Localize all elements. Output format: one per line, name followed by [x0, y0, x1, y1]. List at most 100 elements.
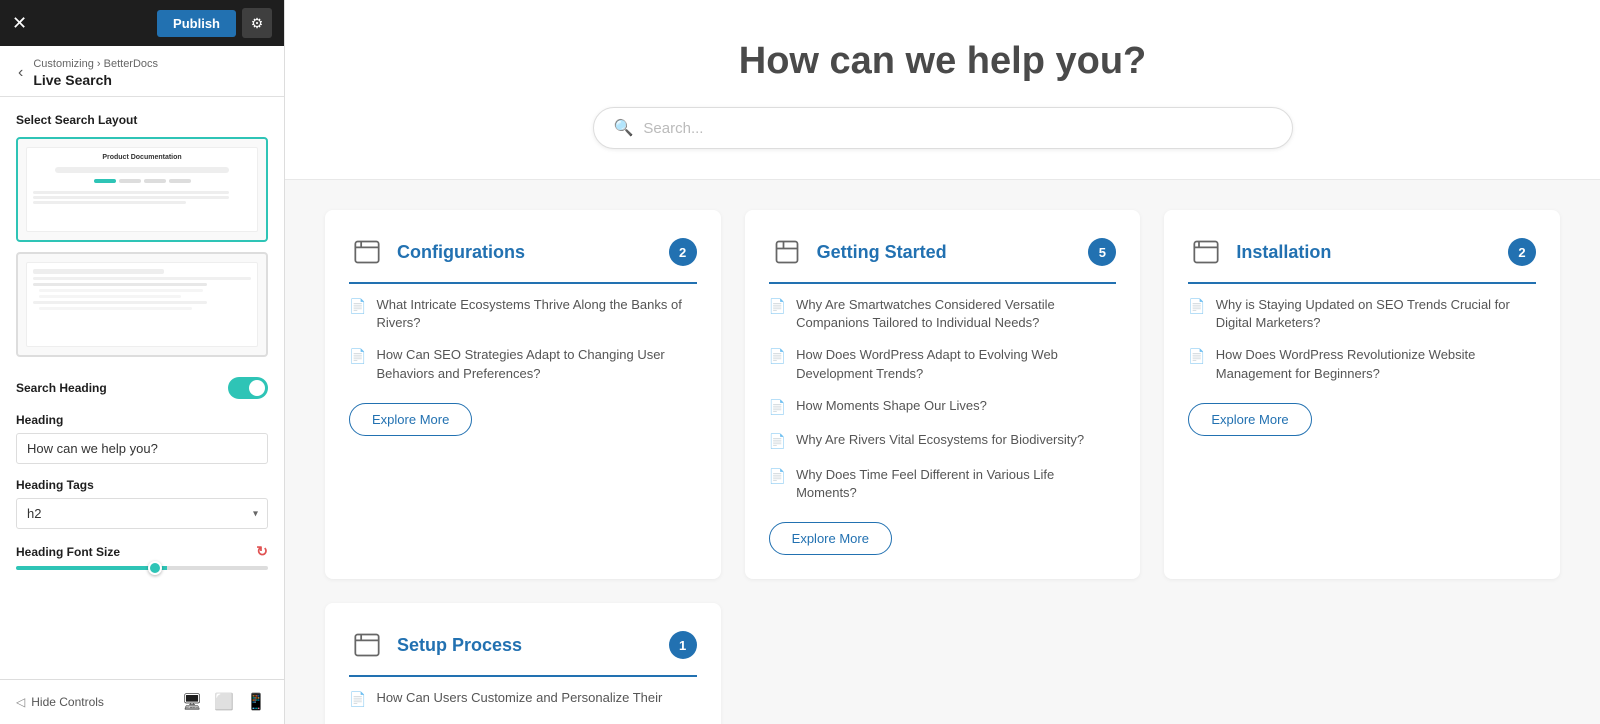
category-icon-configurations [349, 234, 385, 270]
tablet-view-icon[interactable]: ⬜ [212, 690, 236, 714]
heading-font-size-field: Heading Font Size ↻ [16, 543, 268, 570]
category-count-installation: 2 [1508, 238, 1536, 266]
main-content: How can we help you? 🔍 Search... Conf [285, 0, 1600, 724]
article-item: 📄 Why Are Smartwatches Considered Versat… [769, 296, 1117, 332]
font-size-slider[interactable] [16, 566, 268, 570]
document-icon: 📄 [769, 432, 786, 452]
layout-options: Product Documentation [16, 137, 268, 357]
document-icon: 📄 [349, 297, 366, 317]
category-articles-configurations: 📄 What Intricate Ecosystems Thrive Along… [349, 296, 697, 383]
search-heading-label: Search Heading [16, 377, 268, 399]
desktop-view-icon[interactable]: 🖥 [180, 690, 204, 714]
article-item: 📄 Why is Staying Updated on SEO Trends C… [1188, 296, 1536, 332]
category-header-setup-process: Setup Process 1 [349, 627, 697, 677]
lp2-subrow-3 [39, 307, 192, 310]
category-articles-setup-process: 📄 How Can Users Customize and Personaliz… [349, 689, 697, 710]
heading-tags-field: Heading Tags h2 h1 h3 h4 h5 h6 ▾ [16, 478, 268, 529]
document-icon: 📄 [769, 297, 786, 317]
category-title-area-configurations: Configurations [349, 234, 525, 270]
heading-field: Heading [16, 413, 268, 464]
categories-section: Configurations 2 📄 What Intricate Ecosys… [285, 180, 1600, 724]
category-icon-setup-process [349, 627, 385, 663]
hide-controls-label: Hide Controls [31, 695, 104, 709]
layout-option-1[interactable]: Product Documentation [16, 137, 268, 242]
search-icon: 🔍 [614, 118, 634, 138]
explore-more-button-getting-started[interactable]: Explore More [769, 522, 892, 555]
heading-font-size-label: Heading Font Size ↻ [16, 543, 268, 560]
category-count-configurations: 2 [669, 238, 697, 266]
category-articles-installation: 📄 Why is Staying Updated on SEO Trends C… [1188, 296, 1536, 383]
breadcrumb: Customizing › BetterDocs [33, 58, 158, 70]
article-item: 📄 What Intricate Ecosystems Thrive Along… [349, 296, 697, 332]
document-icon: 📄 [1188, 347, 1205, 367]
lp2-subrow-2 [39, 295, 181, 298]
heading-field-label: Heading [16, 413, 268, 427]
article-item: 📄 How Can SEO Strategies Adapt to Changi… [349, 346, 697, 382]
category-title-area-installation: Installation [1188, 234, 1331, 270]
search-heading-toggle[interactable] [228, 377, 268, 399]
category-count-setup-process: 1 [669, 631, 697, 659]
publish-button[interactable]: Publish [157, 10, 236, 37]
hero-title: How can we help you? [305, 40, 1580, 83]
lp-tab-1 [94, 179, 116, 183]
document-icon: 📄 [769, 398, 786, 418]
lp-tab-2 [119, 179, 141, 183]
category-icon-installation [1188, 234, 1224, 270]
layout-preview-2 [26, 262, 258, 347]
document-icon: 📄 [349, 690, 366, 710]
category-header-installation: Installation 2 [1188, 234, 1536, 284]
back-button[interactable]: ‹ [16, 62, 25, 84]
category-name-configurations: Configurations [397, 242, 525, 263]
eye-icon: ◁ [16, 695, 25, 709]
sidebar-content: Select Search Layout Product Documentati… [0, 97, 284, 679]
breadcrumb-area: Customizing › BetterDocs Live Search [33, 58, 158, 88]
heading-tags-wrapper: h2 h1 h3 h4 h5 h6 ▾ [16, 498, 268, 529]
section-title: Live Search [33, 72, 158, 88]
category-header-getting-started: Getting Started 5 [769, 234, 1117, 284]
category-title-area-getting-started: Getting Started [769, 234, 947, 270]
lp2-row-2 [33, 283, 207, 286]
document-icon: 📄 [769, 467, 786, 487]
lp2-row-1 [33, 277, 251, 280]
category-name-getting-started: Getting Started [817, 242, 947, 263]
document-icon: 📄 [1188, 297, 1205, 317]
lp2-header [33, 269, 164, 274]
gear-button[interactable]: ⚙ [242, 8, 272, 38]
lp-row-2 [33, 196, 229, 199]
lp-title: Product Documentation [33, 154, 251, 161]
explore-more-button-installation[interactable]: Explore More [1188, 403, 1311, 436]
document-icon: 📄 [349, 347, 366, 367]
refresh-icon[interactable]: ↻ [256, 543, 268, 560]
heading-input[interactable] [16, 433, 268, 464]
mobile-view-icon[interactable]: 📱 [244, 690, 268, 714]
lp2-row-3 [33, 301, 207, 304]
category-card-installation: Installation 2 📄 Why is Staying Updated … [1164, 210, 1560, 579]
category-card-configurations: Configurations 2 📄 What Intricate Ecosys… [325, 210, 721, 579]
sidebar-footer: ◁ Hide Controls 🖥 ⬜ 📱 [0, 679, 284, 724]
lp-search [55, 167, 229, 173]
hide-controls-button[interactable]: ◁ Hide Controls [16, 695, 104, 709]
category-header-configurations: Configurations 2 [349, 234, 697, 284]
sidebar-header: ✕ Publish ⚙ [0, 0, 284, 46]
lp-tab-4 [169, 179, 191, 183]
publish-area: Publish ⚙ [157, 8, 272, 38]
slider-row [16, 566, 268, 570]
close-button[interactable]: ✕ [12, 14, 27, 32]
heading-tags-select[interactable]: h2 h1 h3 h4 h5 h6 [16, 498, 268, 529]
category-card-getting-started: Getting Started 5 📄 Why Are Smartwatches… [745, 210, 1141, 579]
lp-row-1 [33, 191, 229, 194]
search-placeholder-text: Search... [643, 120, 703, 137]
hero-section: How can we help you? 🔍 Search... [285, 0, 1600, 180]
search-bar[interactable]: 🔍 Search... [593, 107, 1293, 149]
lp-rows [33, 191, 251, 204]
heading-tags-label: Heading Tags [16, 478, 268, 492]
select-layout-label: Select Search Layout [16, 113, 268, 127]
view-icons: 🖥 ⬜ 📱 [180, 690, 268, 714]
category-icon-getting-started [769, 234, 805, 270]
document-icon: 📄 [769, 347, 786, 367]
lp-row-3 [33, 201, 186, 204]
lp-tabs [33, 179, 251, 183]
category-title-area-setup-process: Setup Process [349, 627, 522, 663]
layout-option-2[interactable] [16, 252, 268, 357]
explore-more-button-configurations[interactable]: Explore More [349, 403, 472, 436]
